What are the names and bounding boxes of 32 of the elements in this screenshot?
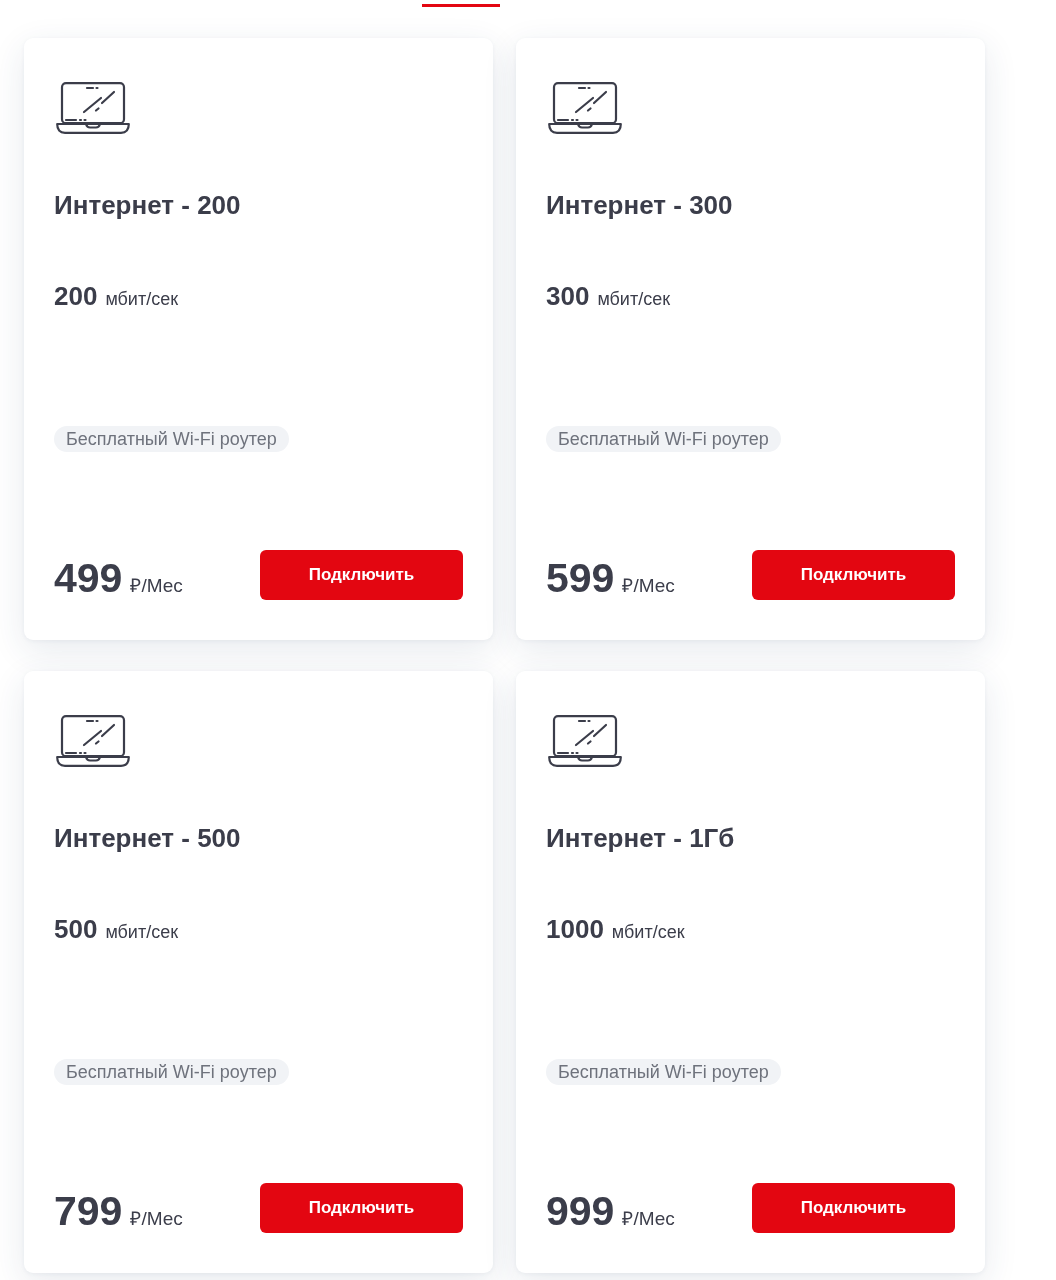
price-value: 599	[546, 555, 615, 601]
speed-unit: мбит/сек	[597, 288, 671, 311]
laptop-icon	[56, 715, 130, 767]
feature-tag: Бесплатный Wi-Fi роутер	[546, 426, 781, 452]
speed-unit: мбит/сек	[105, 921, 179, 944]
feature-tag: Бесплатный Wi-Fi роутер	[54, 1059, 289, 1085]
plan-title: Интернет - 300	[546, 189, 733, 221]
laptop-icon	[56, 82, 130, 134]
connect-button[interactable]: Подключить	[752, 1183, 955, 1233]
feature-tag: Бесплатный Wi-Fi роутер	[546, 1059, 781, 1085]
connect-button[interactable]: Подключить	[260, 550, 463, 600]
laptop-icon	[548, 82, 622, 134]
plan-title: Интернет - 1Гб	[546, 822, 735, 854]
price-unit: ₽/Мес	[622, 574, 675, 598]
price-unit: ₽/Мес	[130, 1207, 183, 1231]
plan-title: Интернет - 200	[54, 189, 241, 221]
price-value: 999	[546, 1188, 615, 1234]
laptop-icon	[548, 715, 622, 767]
speed-value: 200	[54, 280, 98, 312]
feature-tag: Бесплатный Wi-Fi роутер	[54, 426, 289, 452]
plan-title: Интернет - 500	[54, 822, 241, 854]
connect-button[interactable]: Подключить	[260, 1183, 463, 1233]
price-value: 799	[54, 1188, 123, 1234]
speed-unit: мбит/сек	[611, 921, 685, 944]
price-value: 499	[54, 555, 123, 601]
speed-value: 1000	[546, 913, 604, 945]
speed-value: 500	[54, 913, 98, 945]
price-unit: ₽/Мес	[130, 574, 183, 598]
connect-button[interactable]: Подключить	[752, 550, 955, 600]
price-unit: ₽/Мес	[622, 1207, 675, 1231]
speed-unit: мбит/сек	[105, 288, 179, 311]
speed-value: 300	[546, 280, 590, 312]
